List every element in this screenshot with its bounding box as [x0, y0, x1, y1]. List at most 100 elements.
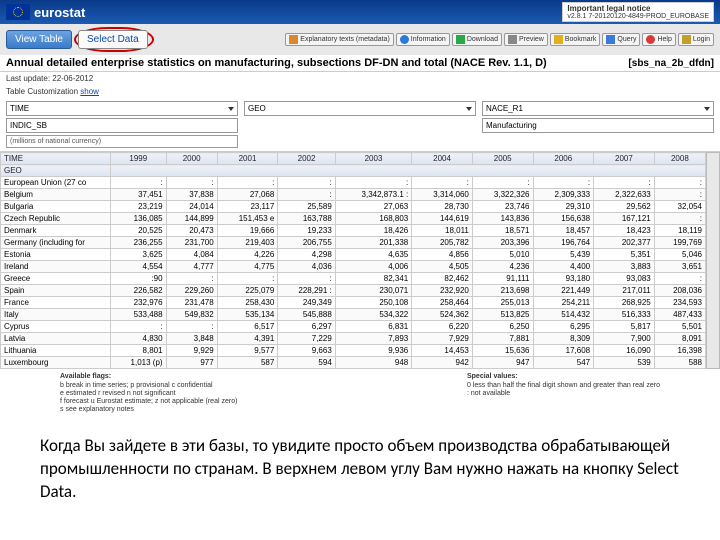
- geo-cell: Ireland: [1, 261, 111, 273]
- vertical-scrollbar[interactable]: [706, 152, 720, 369]
- value-cell: 524,362: [412, 309, 473, 321]
- value-cell: 23,117: [217, 201, 278, 213]
- help-button[interactable]: Help: [642, 33, 675, 46]
- value-cell: 594: [278, 357, 335, 369]
- value-cell: 4,226: [217, 249, 278, 261]
- geo-cell: Germany (including for: [1, 237, 111, 249]
- filter-nace[interactable]: NACE_R1: [482, 101, 714, 116]
- value-cell: 547: [533, 357, 594, 369]
- filter-time[interactable]: TIME: [6, 101, 238, 116]
- customize-link[interactable]: show: [80, 87, 99, 96]
- value-cell: 196,764: [533, 237, 594, 249]
- value-cell: 6,831: [335, 321, 411, 333]
- explanatory-button[interactable]: Explanatory texts (metadata): [285, 33, 394, 46]
- information-button[interactable]: Information: [396, 33, 450, 46]
- value-cell: 4,775: [217, 261, 278, 273]
- filter-bar: TIME INDIC_SB (millions of national curr…: [0, 98, 720, 152]
- value-cell: 208,036: [654, 285, 705, 297]
- value-cell: 7,929: [412, 333, 473, 345]
- value-cell: 7,893: [335, 333, 411, 345]
- table-row: Lithuania8,8019,9299,5779,6639,93614,453…: [1, 345, 706, 357]
- col-year[interactable]: 2001: [217, 153, 278, 165]
- col-year[interactable]: 2000: [166, 153, 217, 165]
- filter-geo[interactable]: GEO: [244, 101, 476, 116]
- table-row: Estonia3,6254,0844,2264,2984,6354,8565,0…: [1, 249, 706, 261]
- download-button[interactable]: Download: [452, 33, 502, 46]
- table-row: Ireland4,5544,7774,7754,0364,0064,5054,2…: [1, 261, 706, 273]
- value-cell: 4,505: [412, 261, 473, 273]
- toolbar: Explanatory texts (metadata) Information…: [285, 33, 714, 46]
- filter-indic[interactable]: INDIC_SB: [6, 118, 238, 133]
- preview-button[interactable]: Preview: [504, 33, 548, 46]
- tab-view-table[interactable]: View Table: [6, 30, 72, 49]
- chevron-down-icon: [228, 107, 234, 111]
- value-cell: :: [111, 321, 167, 333]
- value-cell: 539: [594, 357, 655, 369]
- value-cell: 232,920: [412, 285, 473, 297]
- legal-notice[interactable]: Important legal notice v2.8.1 7-20120120…: [562, 2, 714, 22]
- bookmark-button[interactable]: Bookmark: [550, 33, 601, 46]
- legend: Available flags: b break in time series;…: [0, 369, 720, 417]
- value-cell: 6,297: [278, 321, 335, 333]
- value-cell: 1,013 (p): [111, 357, 167, 369]
- value-cell: 93,180: [533, 273, 594, 285]
- value-cell: 977: [166, 357, 217, 369]
- value-cell: 8,091: [654, 333, 705, 345]
- value-cell: 91,111: [472, 273, 533, 285]
- value-cell: 4,830: [111, 333, 167, 345]
- value-cell: 6,517: [217, 321, 278, 333]
- value-cell: 4,856: [412, 249, 473, 261]
- value-cell: 15,636: [472, 345, 533, 357]
- col-year[interactable]: 2002: [278, 153, 335, 165]
- value-cell: 3,651: [654, 261, 705, 273]
- table-row: France232,976231,478258,430249,349250,10…: [1, 297, 706, 309]
- value-cell: 513,825: [472, 309, 533, 321]
- data-grid-wrap: TIME 19992000200120022003200420052006200…: [0, 152, 720, 369]
- value-cell: 231,478: [166, 297, 217, 309]
- table-row: Czech Republic136,085144,899151,453 e163…: [1, 213, 706, 225]
- value-cell: 9,936: [335, 345, 411, 357]
- col-year[interactable]: 2004: [412, 153, 473, 165]
- tab-select-data[interactable]: Select Data: [78, 30, 148, 49]
- col-year[interactable]: 2005: [472, 153, 533, 165]
- download-icon: [456, 35, 465, 44]
- table-row: Greece:90:::82,34182,46291,11193,18093,0…: [1, 273, 706, 285]
- value-cell: 9,577: [217, 345, 278, 357]
- geo-cell: Estonia: [1, 249, 111, 261]
- table-row: Spain226,582229,260225,079228,291 :230,0…: [1, 285, 706, 297]
- value-cell: 27,063: [335, 201, 411, 213]
- value-cell: 5,010: [472, 249, 533, 261]
- value-cell: :: [594, 177, 655, 189]
- value-cell: 4,006: [335, 261, 411, 273]
- value-cell: :: [654, 177, 705, 189]
- book-icon: [289, 35, 298, 44]
- value-cell: 258,464: [412, 297, 473, 309]
- grid-head-2: GEO: [1, 165, 706, 177]
- value-cell: 4,400: [533, 261, 594, 273]
- value-cell: 7,881: [472, 333, 533, 345]
- geo-cell: France: [1, 297, 111, 309]
- table-row: Belgium37,45137,83827,068:3,342,873.1 :3…: [1, 189, 706, 201]
- value-cell: 514,432: [533, 309, 594, 321]
- col-year[interactable]: 1999: [111, 153, 167, 165]
- value-cell: 28,730: [412, 201, 473, 213]
- col-year[interactable]: 2007: [594, 153, 655, 165]
- col-year[interactable]: 2008: [654, 153, 705, 165]
- value-cell: :: [278, 177, 335, 189]
- col-year[interactable]: 2003: [335, 153, 411, 165]
- db-icon: [606, 35, 615, 44]
- corner-time[interactable]: TIME: [4, 154, 23, 163]
- value-cell: 144,899: [166, 213, 217, 225]
- corner-geo[interactable]: GEO: [4, 166, 22, 175]
- login-button[interactable]: Login: [678, 33, 714, 46]
- query-button[interactable]: Query: [602, 33, 640, 46]
- value-cell: 533,488: [111, 309, 167, 321]
- value-cell: 6,295: [533, 321, 594, 333]
- value-cell: 535,134: [217, 309, 278, 321]
- value-cell: 487,433: [654, 309, 705, 321]
- value-cell: 268,925: [594, 297, 655, 309]
- value-cell: 7,900: [594, 333, 655, 345]
- value-cell: 229,260: [166, 285, 217, 297]
- value-cell: 29,310: [533, 201, 594, 213]
- col-year[interactable]: 2006: [533, 153, 594, 165]
